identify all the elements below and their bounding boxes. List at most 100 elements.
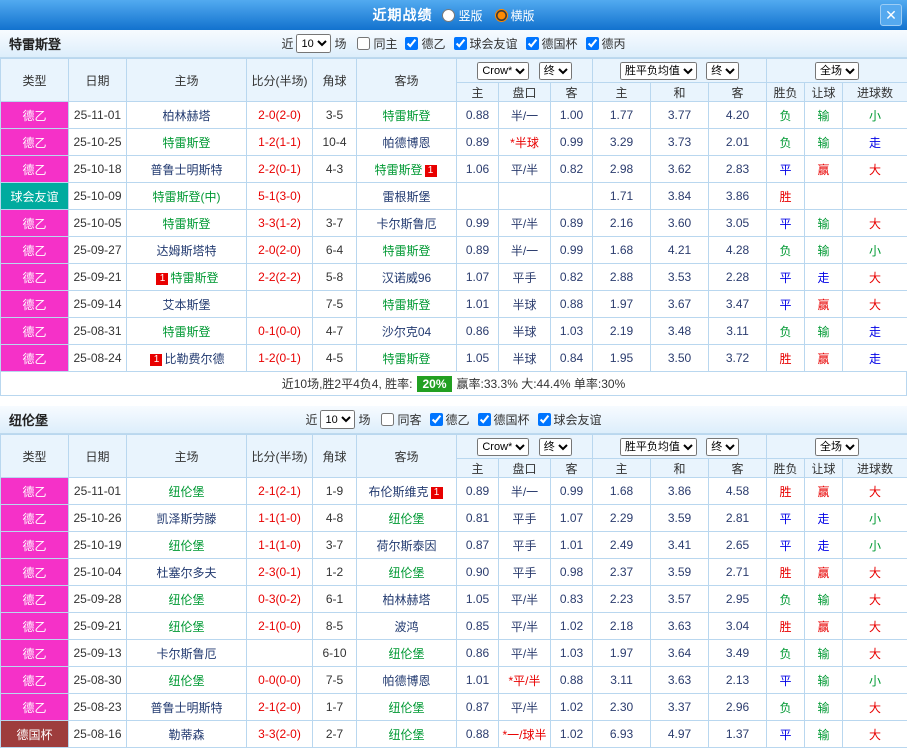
col-date: 日期 bbox=[68, 58, 127, 102]
league-filter-checkbox[interactable] bbox=[537, 413, 551, 426]
league-filter[interactable]: 德国杯 bbox=[477, 411, 530, 428]
league-filter[interactable]: 同客 bbox=[381, 411, 422, 428]
odds-final-select[interactable]: 终 bbox=[538, 61, 572, 80]
team-link[interactable]: 柏林赫塔 bbox=[162, 109, 210, 123]
league-filter-checkbox[interactable] bbox=[429, 413, 443, 426]
league-filter[interactable]: 德丙 bbox=[585, 35, 626, 52]
team-link[interactable]: 汉诺威96 bbox=[382, 271, 431, 285]
team-link[interactable]: 纽伦堡 bbox=[388, 701, 424, 715]
team-link[interactable]: 卡尔斯鲁厄 bbox=[156, 647, 216, 661]
league-filter-checkbox[interactable] bbox=[357, 37, 371, 50]
team-link[interactable]: 布伦斯维克 bbox=[368, 485, 428, 499]
avg-final-select[interactable]: 终 bbox=[706, 61, 740, 80]
team-link[interactable]: 雷根斯堡 bbox=[382, 190, 430, 204]
league-filter[interactable]: 球会友谊 bbox=[537, 411, 602, 428]
result-cell: 平 bbox=[766, 531, 806, 559]
odds-source-select[interactable]: Crow* bbox=[477, 61, 530, 80]
team-link[interactable]: 纽伦堡 bbox=[388, 512, 424, 526]
match-count-select[interactable]: 10 bbox=[296, 34, 332, 53]
handicap-result-cell: 输 bbox=[804, 128, 844, 156]
team-link[interactable]: 波鸿 bbox=[394, 620, 418, 634]
team-link[interactable]: 纽伦堡 bbox=[388, 566, 424, 580]
match-row: 德乙 25-09-27 达姆斯塔特 2-0(2-0) 6-4 特雷斯登 0.89 半/一 0.9… bbox=[0, 236, 907, 264]
league-filter[interactable]: 同主 bbox=[357, 35, 397, 52]
match-count-select[interactable]: 10 bbox=[320, 410, 356, 429]
odds-line-cell: 平手 bbox=[498, 558, 551, 586]
home-team-cell: 特雷斯登 bbox=[126, 128, 247, 156]
team-link[interactable]: 特雷斯登 bbox=[374, 163, 422, 177]
result-cell: 负 bbox=[766, 585, 806, 613]
league-filter[interactable]: 德乙 bbox=[405, 35, 446, 52]
team-link[interactable]: 特雷斯登 bbox=[382, 298, 430, 312]
avg-home-cell: 1.68 bbox=[592, 236, 652, 264]
team-link[interactable]: 艾本斯堡 bbox=[162, 298, 210, 312]
team-link[interactable]: 普鲁士明斯特 bbox=[150, 701, 222, 715]
team-link[interactable]: 杜塞尔多夫 bbox=[156, 566, 216, 580]
odds-final-select[interactable]: 终 bbox=[538, 437, 572, 456]
team-link[interactable]: 帕德博恩 bbox=[382, 674, 430, 688]
match-row: 德乙 25-10-18 普鲁士明斯特 2-2(0-1) 4-3 特雷斯登 1 1.06 平/半 0… bbox=[0, 155, 907, 183]
team-link[interactable]: 特雷斯登 bbox=[382, 244, 430, 258]
team-link[interactable]: 帕德博恩 bbox=[382, 136, 430, 150]
team-link[interactable]: 特雷斯登 bbox=[162, 217, 210, 231]
league-cell: 德乙 bbox=[0, 531, 69, 559]
league-filter-checkbox[interactable] bbox=[477, 413, 491, 426]
team-link[interactable]: 特雷斯登 bbox=[162, 325, 210, 339]
league-filter-checkbox[interactable] bbox=[453, 37, 467, 50]
team-link[interactable]: 纽伦堡 bbox=[168, 620, 204, 634]
scope-select[interactable]: 全场 bbox=[815, 437, 860, 456]
league-cell: 德乙 bbox=[0, 155, 69, 183]
layout-radio-horizontal[interactable]: 横版 bbox=[494, 7, 535, 24]
score-cell: 1-2(0-1) bbox=[246, 344, 313, 372]
close-button[interactable]: ✕ bbox=[880, 4, 902, 26]
league-filter-checkbox[interactable] bbox=[405, 37, 419, 50]
team-link[interactable]: 普鲁士明斯特 bbox=[150, 163, 222, 177]
team-link[interactable]: 纽伦堡 bbox=[168, 485, 204, 499]
league-cell: 德乙 bbox=[0, 666, 69, 694]
team-link[interactable]: 沙尔克04 bbox=[382, 325, 431, 339]
home-team-cell: 普鲁士明斯特 bbox=[126, 693, 247, 721]
team-link[interactable]: 勒蒂森 bbox=[168, 728, 204, 742]
league-filter-checkbox[interactable] bbox=[525, 37, 539, 50]
home-team-cell: 1 比勒费尔德 bbox=[126, 344, 247, 372]
league-filter[interactable]: 德乙 bbox=[429, 411, 470, 428]
layout-radio-horizontal-input[interactable] bbox=[494, 8, 508, 22]
avg-final-select[interactable]: 终 bbox=[706, 437, 740, 456]
avg-source-select[interactable]: 胜平负均值 bbox=[619, 437, 697, 456]
odds-home-cell: 0.89 bbox=[456, 236, 499, 264]
home-team-cell: 1 特雷斯登 bbox=[126, 263, 247, 291]
date-cell: 25-10-05 bbox=[68, 209, 127, 237]
avg-home-cell: 1.97 bbox=[592, 290, 652, 318]
league-cell: 德乙 bbox=[0, 639, 69, 667]
league-filter[interactable]: 德国杯 bbox=[525, 35, 578, 52]
avg-source-select[interactable]: 胜平负均值 bbox=[619, 61, 697, 80]
team-link[interactable]: 特雷斯登 bbox=[170, 271, 218, 285]
team-link[interactable]: 比勒费尔德 bbox=[164, 352, 224, 366]
team-link[interactable]: 特雷斯登 bbox=[382, 109, 430, 123]
avg-group-header: 胜平负均值 终 bbox=[592, 434, 768, 459]
avg-home-cell: 1.97 bbox=[592, 639, 652, 667]
team-link[interactable]: 纽伦堡 bbox=[168, 539, 204, 553]
league-filter-checkbox[interactable] bbox=[585, 37, 599, 50]
layout-radio-vertical-input[interactable] bbox=[442, 8, 456, 22]
avg-away-cell: 4.20 bbox=[708, 101, 768, 129]
handicap-result-cell: 输 bbox=[804, 209, 844, 237]
team-link[interactable]: 特雷斯登 bbox=[382, 352, 430, 366]
team-link[interactable]: 凯泽斯劳滕 bbox=[156, 512, 216, 526]
team-link[interactable]: 特雷斯登 bbox=[162, 136, 210, 150]
team-link[interactable]: 纽伦堡 bbox=[168, 593, 204, 607]
team-link[interactable]: 达姆斯塔特 bbox=[156, 244, 216, 258]
team-link[interactable]: 特雷斯登(中) bbox=[153, 190, 221, 204]
scope-select[interactable]: 全场 bbox=[815, 61, 860, 80]
league-filter-checkbox[interactable] bbox=[381, 413, 395, 426]
team-link[interactable]: 柏林赫塔 bbox=[382, 593, 430, 607]
team-link[interactable]: 纽伦堡 bbox=[388, 728, 424, 742]
team-link[interactable]: 纽伦堡 bbox=[168, 674, 204, 688]
match-row: 德乙 25-11-01 纽伦堡 2-1(2-1) 1-9 布伦斯维克 1 0.89 半/一 0.9… bbox=[0, 477, 907, 505]
team-link[interactable]: 卡尔斯鲁厄 bbox=[376, 217, 436, 231]
layout-radio-vertical[interactable]: 竖版 bbox=[442, 7, 483, 24]
odds-source-select[interactable]: Crow* bbox=[477, 437, 530, 456]
team-link[interactable]: 纽伦堡 bbox=[388, 647, 424, 661]
team-link[interactable]: 荷尔斯泰因 bbox=[376, 539, 436, 553]
league-filter[interactable]: 球会友谊 bbox=[453, 35, 518, 52]
